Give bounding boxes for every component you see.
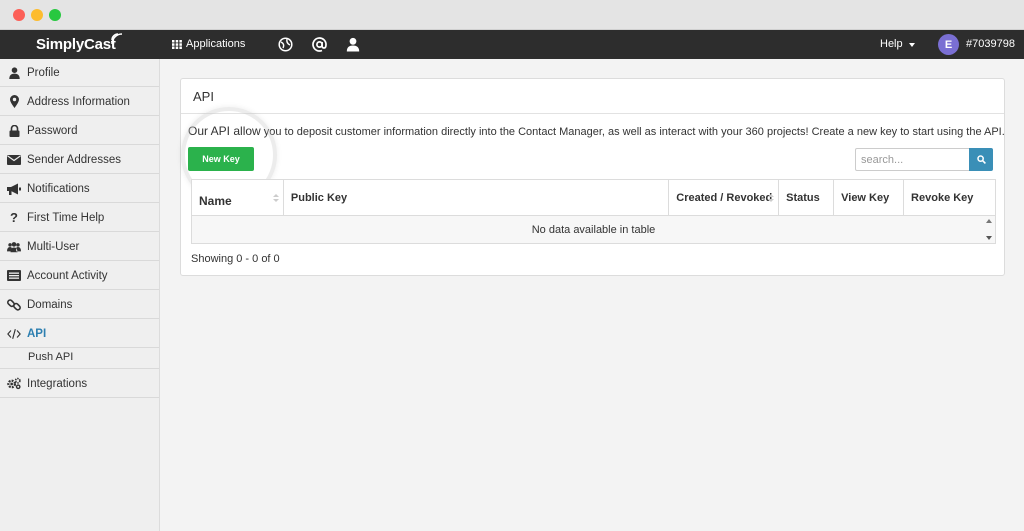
sidebar-item-multi-user[interactable]: Multi-User [0, 233, 159, 261]
sidebar-item-profile[interactable]: Profile [0, 59, 159, 87]
column-header-label: Created / Revoked [676, 191, 773, 204]
at-sign-icon[interactable] [311, 36, 327, 52]
sidebar-item-label: Address Information [27, 95, 130, 108]
column-header-label: Revoke Key [911, 191, 974, 204]
sidebar-item-first-time-help[interactable]: ? First Time Help [0, 204, 159, 232]
main-content: API Our API allow you to deposit custome… [160, 59, 1024, 531]
sidebar-item-label: Profile [27, 66, 60, 79]
table-row: No data available in table [191, 215, 996, 244]
page-title: API [193, 89, 214, 104]
sidebar-item-api[interactable]: API [0, 320, 159, 348]
table-header-row: Name Public Key Created / Revoked Status… [191, 179, 996, 216]
sidebar-item-label: Domains [27, 298, 73, 311]
sidebar-item-label: First Time Help [27, 211, 105, 224]
applications-menu[interactable]: Applications [172, 38, 245, 50]
sidebar-item-label: Notifications [27, 182, 90, 195]
sidebar-item-integrations[interactable]: Integrations [0, 370, 159, 398]
search-input[interactable] [855, 148, 970, 171]
logo[interactable]: SimplyCast [36, 36, 116, 53]
sort-icon [768, 194, 775, 204]
sidebar-item-label: Sender Addresses [27, 153, 121, 166]
column-header-label: Status [786, 191, 820, 204]
user-icon [7, 66, 21, 80]
sidebar-item-address-information[interactable]: Address Information [0, 88, 159, 116]
column-header-public-key[interactable]: Public Key [282, 179, 670, 216]
maximize-window-button[interactable] [49, 9, 61, 21]
link-icon [7, 298, 21, 312]
sidebar-item-label: Account Activity [27, 269, 108, 282]
sidebar-item-domains[interactable]: Domains [0, 291, 159, 319]
panel-header: API [181, 79, 1004, 114]
pagination-info: Showing 0 - 0 of 0 [191, 253, 280, 265]
sidebar-item-push-api[interactable]: Push API [0, 345, 159, 369]
map-marker-icon [7, 95, 21, 109]
gears-icon [7, 377, 21, 391]
sidebar-item-label: Integrations [27, 377, 88, 390]
globe-icon[interactable] [277, 36, 293, 52]
empty-table-text: No data available in table [531, 223, 656, 236]
lock-icon [7, 124, 21, 138]
api-description-start: Our API allow [188, 124, 261, 138]
settings-sidebar: Profile Address Information Password Sen… [0, 59, 160, 531]
sidebar-item-label: API [27, 327, 47, 340]
envelope-icon [7, 153, 21, 167]
column-header-label: Public Key [290, 191, 348, 204]
bullhorn-icon [7, 182, 21, 196]
column-header-created-revoked[interactable]: Created / Revoked [668, 179, 780, 216]
empty-table-message: No data available in table [191, 215, 996, 244]
chevron-down-icon [909, 43, 915, 47]
question-icon: ? [10, 210, 18, 225]
minimize-window-button[interactable] [31, 9, 43, 21]
api-keys-table: Name Public Key Created / Revoked Status… [191, 179, 996, 244]
scroll-down-icon[interactable] [986, 236, 992, 240]
column-header-view-key: View Key [833, 179, 905, 216]
sidebar-item-account-activity[interactable]: Account Activity [0, 262, 159, 290]
logo-signal-icon [111, 33, 123, 45]
sort-icon [272, 194, 279, 204]
code-icon [7, 327, 21, 341]
account-id[interactable]: #7039798 [966, 38, 1015, 50]
close-window-button[interactable] [13, 9, 25, 21]
column-header-name[interactable]: Name [191, 179, 284, 216]
sidebar-item-sender-addresses[interactable]: Sender Addresses [0, 146, 159, 174]
api-description: Our API allow you to deposit customer in… [188, 124, 1005, 138]
sidebar-item-label: Multi-User [27, 240, 80, 253]
search-button[interactable] [969, 148, 993, 171]
sidebar-item-label: Password [27, 124, 78, 137]
column-header-revoke-key: Revoke Key [903, 179, 996, 216]
api-description-rest: you to deposit customer information dire… [260, 126, 1005, 138]
column-header-label: Name [199, 193, 232, 208]
sidebar-item-password[interactable]: Password [0, 117, 159, 145]
sidebar-item-notifications[interactable]: Notifications [0, 175, 159, 203]
window-titlebar [0, 0, 1024, 30]
column-header-label: View Key [841, 191, 890, 204]
user-icon[interactable] [345, 36, 361, 52]
api-panel: API Our API allow you to deposit custome… [180, 78, 1005, 276]
help-menu[interactable]: Help [880, 38, 903, 50]
applications-label: Applications [186, 38, 246, 50]
list-icon [7, 269, 21, 283]
new-key-button[interactable]: New Key [188, 147, 254, 171]
top-navbar: SimplyCast Applications Help E #7039798 [0, 30, 1024, 59]
scroll-up-icon[interactable] [986, 219, 992, 223]
search-icon [976, 155, 986, 164]
column-header-status: Status [778, 179, 835, 216]
grid-icon [172, 39, 182, 49]
users-icon [7, 240, 21, 254]
avatar[interactable]: E [938, 34, 959, 55]
